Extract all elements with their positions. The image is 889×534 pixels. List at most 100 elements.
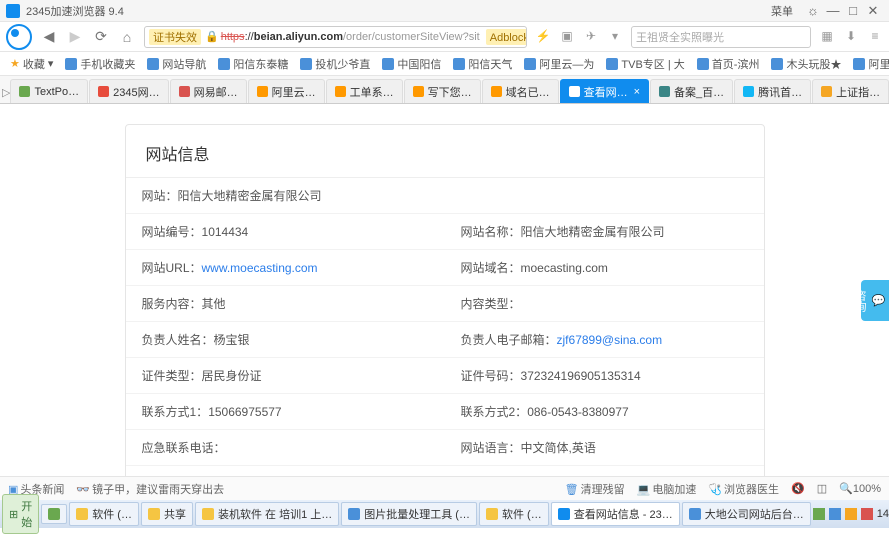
tab[interactable]: TextPo… <box>10 79 88 103</box>
favicon-icon <box>569 86 580 97</box>
lightning-icon[interactable]: ⚡ <box>535 29 551 45</box>
video-icon[interactable]: ▣ <box>559 29 575 45</box>
tab[interactable]: 上证指… <box>812 79 889 103</box>
site-url-link[interactable]: www.moecasting.com <box>202 261 318 275</box>
taskbar-item[interactable]: 装机软件 在 培训1 上… <box>195 502 339 526</box>
app-logo-icon <box>6 4 20 18</box>
clock[interactable]: 14:22 <box>877 508 889 520</box>
taskbar-item[interactable] <box>41 504 67 524</box>
close-button[interactable]: ✕ <box>863 3 883 19</box>
row-site-id: 网站编号：1014434 <box>126 214 445 249</box>
skin-icon[interactable]: ☼ <box>803 3 823 18</box>
favicon-icon <box>821 86 832 97</box>
app-icon <box>348 508 360 520</box>
favicon-icon <box>413 86 424 97</box>
star-icon: ★ <box>10 57 20 70</box>
tab[interactable]: 2345网… <box>89 79 168 103</box>
tray-icon[interactable] <box>845 508 857 520</box>
tab-bar: ▷ TextPo… 2345网… 网易邮… 阿里云… 工单系… 写下您… 域名已… <box>0 76 889 104</box>
row-url: 网站URL：www.moecasting.com <box>126 250 445 285</box>
bookmark-item[interactable]: 阿里云-为了 <box>849 54 889 74</box>
chat-icon: 💬 <box>872 294 885 307</box>
adblock-badge: Adblock plus插件已过滤此站广告 <box>486 29 527 45</box>
tab[interactable]: 网易邮… <box>170 79 247 103</box>
bookmark-item[interactable]: 阿里云—为 <box>520 54 598 74</box>
bookmark-item[interactable]: 手机收藏夹 <box>61 54 139 74</box>
consult-label: 咨询 <box>852 290 868 312</box>
email-link[interactable]: zjf67899@sina.com <box>557 333 663 347</box>
search-placeholder: 王祖贤全实照曝光 <box>636 29 724 45</box>
back-button[interactable]: ◀ <box>40 28 58 45</box>
status-tip: 👓镜子甲，建议雷雨天穿出去 <box>76 481 552 497</box>
trash-icon: 🗑 <box>565 484 579 496</box>
split-button[interactable]: ◫ <box>817 482 827 495</box>
send-icon[interactable]: ✈ <box>583 29 599 45</box>
mute-button[interactable]: 🔇 <box>791 482 805 495</box>
site-icon <box>853 58 865 70</box>
tab[interactable]: 备案_百… <box>650 79 733 103</box>
favicon-icon <box>179 86 190 97</box>
bookmark-item[interactable]: 首页-滨州 <box>693 54 764 74</box>
tab-scroll-left[interactable]: ▷ <box>2 86 10 103</box>
folder-icon <box>148 508 160 520</box>
doctor-button[interactable]: 🩺浏览器医生 <box>708 481 779 497</box>
system-tray: 14:22 <box>813 508 889 520</box>
bookmark-item[interactable]: 阳信东泰糖 <box>214 54 292 74</box>
zoom-label[interactable]: 🔍100% <box>839 482 881 495</box>
favorites-button[interactable]: ★收藏 ▾ <box>6 54 57 74</box>
download-icon[interactable]: ⬇ <box>843 29 859 45</box>
close-icon[interactable]: × <box>634 86 640 98</box>
tab[interactable]: 写下您… <box>404 79 481 103</box>
cleanup-button[interactable]: 🗑清理残留 <box>565 481 625 497</box>
taskbar-item[interactable]: 软件 (… <box>69 502 139 526</box>
tray-icon[interactable] <box>829 508 841 520</box>
tab[interactable]: 阿里云… <box>248 79 325 103</box>
bookmark-item[interactable]: 中国阳信 <box>378 54 445 74</box>
tab[interactable]: 腾讯首… <box>734 79 811 103</box>
taskbar-item[interactable]: 软件 (… <box>479 502 549 526</box>
row-site: 网站：阳信大地精密金属有限公司 <box>126 178 764 213</box>
bookmark-item[interactable]: TVB专区 | 大 <box>602 54 688 74</box>
tab[interactable]: 工单系… <box>326 79 403 103</box>
maximize-button[interactable]: □ <box>843 3 863 18</box>
speed-button[interactable]: 💻电脑加速 <box>637 481 697 497</box>
bookmark-item[interactable]: 阳信天气 <box>449 54 516 74</box>
menu-button[interactable]: 菜单 <box>771 3 793 19</box>
tray-icon[interactable] <box>861 508 873 520</box>
cert-error-badge: 证书失效 <box>149 29 201 45</box>
taskbar-item-active[interactable]: 查看网站信息 - 23… <box>551 502 680 526</box>
grid-icon[interactable]: ▦ <box>819 29 835 45</box>
speed-icon: 💻 <box>637 484 651 496</box>
address-input[interactable]: 证书失效 🔒 https:// beian.aliyun.com /order/… <box>144 26 527 48</box>
taskbar-item[interactable]: 共享 <box>141 502 193 526</box>
search-input[interactable]: 王祖贤全实照曝光 <box>631 26 811 48</box>
forward-button[interactable]: ▶ <box>66 28 84 45</box>
tab-active[interactable]: 查看网…× <box>560 79 649 103</box>
taskbar-item[interactable]: 图片批量处理工具 (… <box>341 502 477 526</box>
window-title: 2345加速浏览器 9.4 <box>26 3 771 19</box>
home-button[interactable]: ⌂ <box>118 29 136 45</box>
card-title: 网站信息 <box>126 125 764 178</box>
site-icon <box>300 58 312 70</box>
minimize-button[interactable]: — <box>823 3 843 18</box>
os-taskbar: ⊞开始 软件 (… 共享 装机软件 在 培训1 上… 图片批量处理工具 (… 软… <box>0 500 889 528</box>
tray-icon[interactable] <box>813 508 825 520</box>
site-icon <box>453 58 465 70</box>
taskbar-item[interactable]: 大地公司网站后台… <box>682 502 811 526</box>
chevron-down-icon[interactable]: ▾ <box>607 29 623 45</box>
more-icon[interactable]: ≡ <box>867 29 883 45</box>
row-email: 负责人电子邮箱：zjf67899@sina.com <box>445 322 764 357</box>
bookmark-item[interactable]: 投机少爷直 <box>296 54 374 74</box>
lock-icon: 🔒 <box>205 30 219 43</box>
folder-icon <box>486 508 498 520</box>
row-lang: 网站语言：中文简体,英语 <box>445 430 764 465</box>
favicon-icon <box>743 86 754 97</box>
windows-icon: ⊞ <box>9 508 18 521</box>
side-float-panel[interactable]: 💬 咨询 建 议 <box>861 280 889 321</box>
folder-icon <box>202 508 214 520</box>
bookmark-item[interactable]: 网站导航 <box>143 54 210 74</box>
tab[interactable]: 域名已… <box>482 79 559 103</box>
refresh-button[interactable]: ⟳ <box>92 28 110 45</box>
bookmark-item[interactable]: 木头玩股★ <box>767 54 845 74</box>
start-button[interactable]: ⊞开始 <box>2 494 39 534</box>
